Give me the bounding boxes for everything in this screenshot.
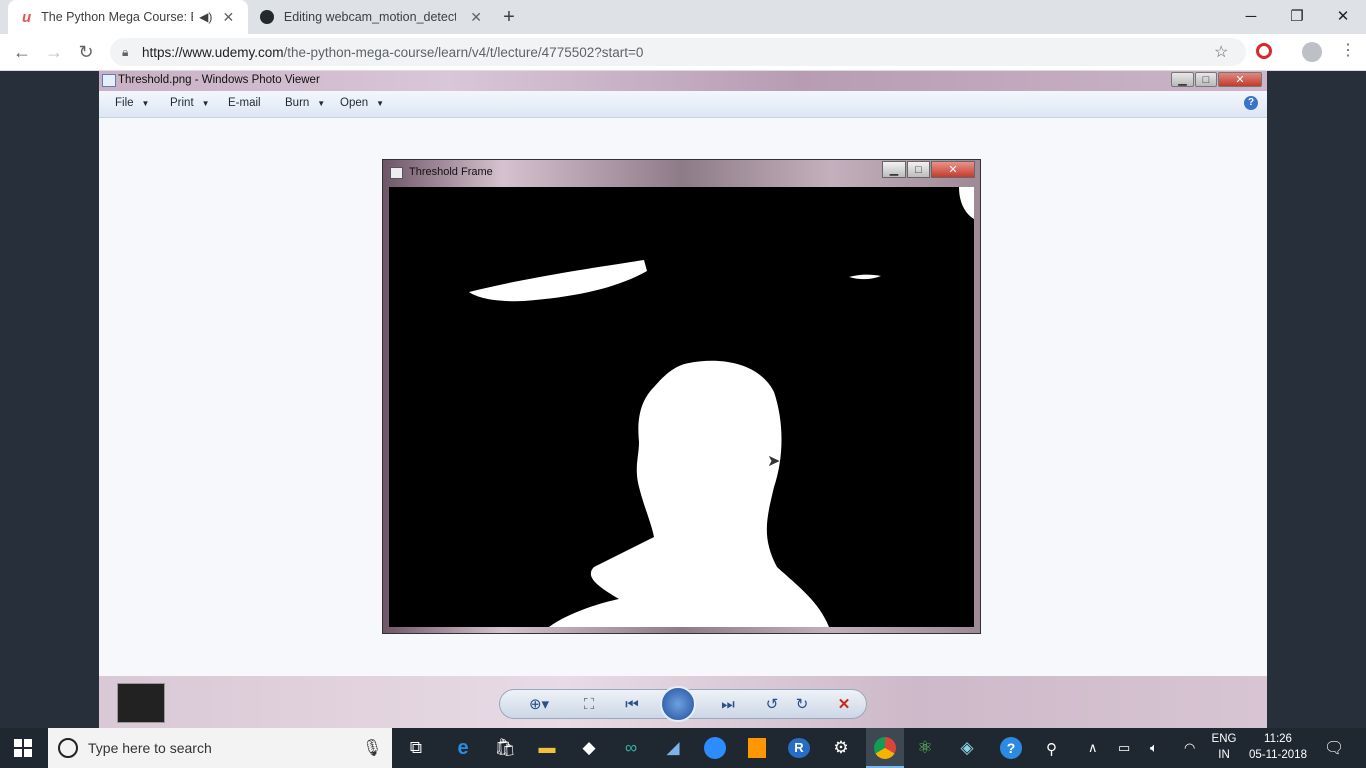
- windows-icon[interactable]: [14, 739, 32, 757]
- git-icon[interactable]: ◈: [955, 736, 979, 760]
- extension-icon[interactable]: [1256, 43, 1272, 59]
- chrome-icon: [874, 737, 896, 759]
- close-tab-icon[interactable]: ✕: [220, 9, 236, 26]
- task-view-icon[interactable]: ⧉: [404, 736, 428, 760]
- menu-burn[interactable]: Burn ▼: [285, 97, 325, 109]
- slideshow-button[interactable]: [660, 686, 696, 722]
- r-icon[interactable]: R: [787, 736, 811, 760]
- chevron-down-icon: ▼: [141, 99, 150, 108]
- chevron-down-icon: ▼: [376, 99, 385, 108]
- profile-icon[interactable]: [1302, 42, 1322, 62]
- help-app-icon[interactable]: ?: [999, 736, 1023, 760]
- threshold-frame-image: Threshold Frame ▁ □ ✕ ➤: [382, 159, 981, 634]
- tab-title: The Python Mega Course: Bu: [41, 10, 194, 24]
- menu-email[interactable]: E-mail: [228, 97, 261, 109]
- thumbnail-image: [117, 683, 165, 723]
- speaker-icon[interactable]: ◀): [199, 10, 212, 24]
- language-indicator[interactable]: ENG IN: [1206, 733, 1242, 761]
- dropbox-icon[interactable]: ◆: [577, 736, 601, 760]
- tab-github-editing[interactable]: Editing webcam_motion_detecto ✕: [252, 0, 492, 34]
- edge-icon[interactable]: e: [451, 736, 475, 760]
- frame-title: Threshold Frame: [409, 166, 493, 178]
- udemy-icon: u: [22, 8, 32, 26]
- mic-icon[interactable]: 🎙︎: [362, 738, 382, 758]
- files-icon[interactable]: ◢: [661, 736, 685, 760]
- photo-viewer-menubar: File ▼ Print ▼ E-mail Burn ▼ Open ▼ ?: [99, 91, 1267, 118]
- battery-icon[interactable]: ▭: [1118, 740, 1130, 756]
- rotate-ccw-icon[interactable]: ↺: [762, 694, 782, 714]
- photo-viewer-bottombar: ⊕▾ ⛶ ⏮ ⏭ ↺ ↻ ✕: [99, 676, 1267, 728]
- photo-viewer-titlebar: Threshold.png - Windows Photo Viewer ▁ □…: [99, 71, 1267, 91]
- menu-open[interactable]: Open ▼: [340, 97, 384, 109]
- settings-icon[interactable]: ⚙: [829, 736, 853, 760]
- store-icon[interactable]: 🛍︎: [493, 736, 517, 760]
- chevron-up-icon[interactable]: ∧: [1088, 740, 1098, 756]
- windows-taskbar: Type here to search 🎙︎ ⧉ e 🛍︎ ▬ ◆ ∞ ◢ R …: [0, 728, 1366, 768]
- plus-icon[interactable]: +: [498, 6, 520, 28]
- cortana-icon: [58, 738, 78, 758]
- minimize-button[interactable]: ─: [1228, 0, 1274, 32]
- people-icon[interactable]: ⚲: [1046, 740, 1057, 758]
- url-text: https://www.udemy.com/the-python-mega-co…: [142, 45, 644, 60]
- restore-button[interactable]: ❐: [1274, 0, 1320, 32]
- actual-size-icon[interactable]: ⛶: [578, 694, 600, 714]
- threshold-silhouette: [469, 187, 974, 627]
- volume-icon[interactable]: 🔈︎: [1150, 740, 1158, 756]
- pv-minimize-button[interactable]: ▁: [1171, 72, 1194, 87]
- help-icon[interactable]: ?: [1244, 96, 1258, 110]
- back-icon[interactable]: ←: [6, 34, 38, 70]
- arduino-icon[interactable]: ∞: [619, 736, 643, 760]
- pv-maximize-button[interactable]: □: [1195, 72, 1217, 87]
- sublime-icon[interactable]: [745, 736, 769, 760]
- frame-minimize-icon: ▁: [882, 161, 906, 178]
- explorer-icon[interactable]: ▬: [535, 736, 559, 760]
- mouse-cursor-icon: ➤: [767, 453, 781, 470]
- pv-close-button[interactable]: ✕: [1218, 72, 1262, 87]
- photo-viewer-window: Threshold.png - Windows Photo Viewer ▁ □…: [99, 71, 1267, 728]
- lock-icon[interactable]: 🔒︎: [122, 45, 128, 60]
- clock[interactable]: 11:26 05-11-2018: [1246, 733, 1310, 761]
- frame-maximize-icon: □: [907, 161, 930, 178]
- notification-icon[interactable]: 🗨︎: [1324, 738, 1344, 758]
- chevron-down-icon: ▼: [201, 99, 210, 108]
- photo-viewer-icon: [102, 74, 116, 87]
- taskbar-search[interactable]: Type here to search 🎙︎: [48, 728, 392, 768]
- tab-title: Editing webcam_motion_detecto: [283, 10, 457, 24]
- browser-tabstrip: u The Python Mega Course: Bu ◀) ✕ Editin…: [0, 0, 1366, 34]
- forward-icon[interactable]: →: [38, 34, 70, 70]
- rotate-cw-icon[interactable]: ↻: [792, 694, 812, 714]
- chrome-taskbar-button[interactable]: [866, 728, 904, 768]
- menu-print[interactable]: Print ▼: [170, 97, 210, 109]
- wifi-icon[interactable]: ◠: [1184, 740, 1195, 756]
- star-icon[interactable]: ☆: [1214, 42, 1228, 62]
- close-tab-icon[interactable]: ✕: [468, 9, 484, 26]
- address-bar[interactable]: 🔒︎ https://www.udemy.com/the-python-mega…: [110, 38, 1246, 66]
- window-title: Threshold.png - Windows Photo Viewer: [118, 74, 320, 86]
- menu-icon[interactable]: ⋮: [1340, 40, 1356, 60]
- frame-close-icon: ✕: [931, 161, 975, 178]
- viewer-controls: ⊕▾ ⛶ ⏮ ⏭ ↺ ↻ ✕: [499, 686, 867, 722]
- previous-icon[interactable]: ⏮: [618, 694, 646, 714]
- threshold-canvas: ➤: [389, 187, 974, 627]
- chevron-down-icon: ▼: [317, 99, 326, 108]
- tab-python-course[interactable]: u The Python Mega Course: Bu ◀) ✕: [8, 0, 248, 34]
- search-placeholder: Type here to search: [88, 740, 212, 756]
- reload-icon[interactable]: ↻: [70, 34, 102, 70]
- browser-toolbar: ← → ↻ 🔒︎ https://www.udemy.com/the-pytho…: [0, 34, 1366, 71]
- github-icon: [260, 10, 274, 24]
- delete-icon[interactable]: ✕: [834, 694, 854, 714]
- zoom-icon[interactable]: ⊕▾: [524, 694, 554, 714]
- menu-file[interactable]: File ▼: [115, 97, 149, 109]
- zoom-app-icon[interactable]: [703, 736, 727, 760]
- close-window-button[interactable]: ✕: [1320, 0, 1366, 32]
- atom-icon[interactable]: ⚛: [913, 736, 937, 760]
- next-icon[interactable]: ⏭: [714, 694, 742, 714]
- frame-app-icon: [390, 167, 403, 179]
